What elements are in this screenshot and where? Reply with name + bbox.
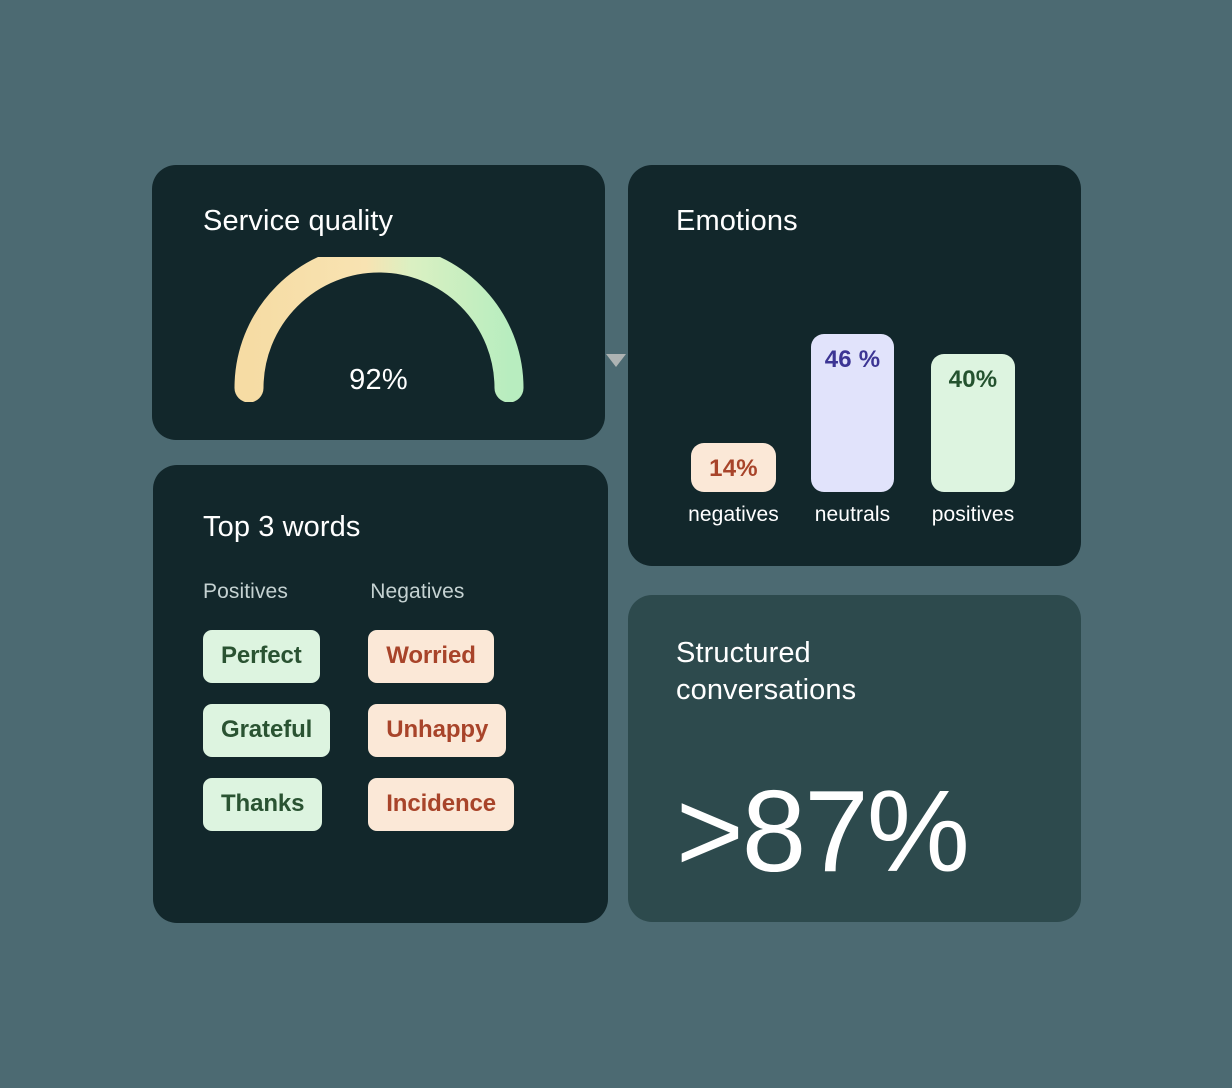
- emotions-bar-value-neutrals: 46 %: [824, 346, 881, 373]
- word-chip-positive-3[interactable]: Thanks: [203, 778, 323, 831]
- emotions-bar-positives[interactable]: 40%: [931, 354, 1015, 492]
- dashboard-canvas: Service quality 92% Top 3 words Positive…: [0, 0, 1232, 1088]
- emotions-bar-group-negatives: 14% negatives: [688, 443, 779, 527]
- structured-conversations-card: Structured conversations >87%: [628, 595, 1081, 922]
- service-quality-value: 92%: [349, 364, 408, 396]
- gauge-marker-triangle-icon: [606, 354, 626, 367]
- emotions-bar-group-neutrals: 46 % neutrals: [811, 334, 894, 527]
- emotions-bar-label-negatives: negatives: [688, 503, 779, 526]
- emotions-bar-group-positives: 40% positives: [931, 354, 1015, 527]
- emotions-bar-label-positives: positives: [931, 503, 1015, 526]
- top-words-header-negatives: Negatives: [370, 580, 465, 603]
- word-chip-positive-1[interactable]: Perfect: [203, 630, 320, 683]
- emotions-card: Emotions 14% negatives 46 % neutrals 40%…: [628, 165, 1081, 566]
- top-words-column-negatives: Negatives Worried Unhappy Incidence: [368, 580, 518, 831]
- emotions-bar-label-neutrals: neutrals: [814, 503, 891, 526]
- top-words-header-positives: Positives: [203, 580, 288, 603]
- service-quality-gauge: 92%: [152, 165, 626, 440]
- emotions-bar-negatives[interactable]: 14%: [691, 443, 776, 492]
- top-words-title: Top 3 words: [203, 511, 361, 543]
- emotions-bar-neutrals[interactable]: 46 %: [811, 334, 894, 492]
- word-chip-negative-1[interactable]: Worried: [368, 630, 494, 683]
- service-quality-card: Service quality 92%: [152, 165, 626, 440]
- top-words-column-positives: Positives Perfect Grateful Thanks: [203, 580, 331, 831]
- structured-conversations-stat: >87%: [676, 766, 970, 896]
- top-words-grid: Positives Perfect Grateful Thanks Negati…: [203, 580, 518, 831]
- emotions-bar-value-positives: 40%: [948, 366, 998, 393]
- top-words-card: Top 3 words Positives Perfect Grateful T…: [153, 465, 608, 923]
- word-chip-negative-3[interactable]: Incidence: [368, 778, 515, 831]
- emotions-bar-chart: 14% negatives 46 % neutrals 40% positive…: [628, 165, 1081, 566]
- emotions-bar-value-negatives: 14%: [709, 455, 758, 482]
- word-chip-positive-2[interactable]: Grateful: [203, 704, 331, 757]
- word-chip-negative-2[interactable]: Unhappy: [368, 704, 507, 757]
- structured-conversations-title: Structured conversations: [676, 637, 857, 707]
